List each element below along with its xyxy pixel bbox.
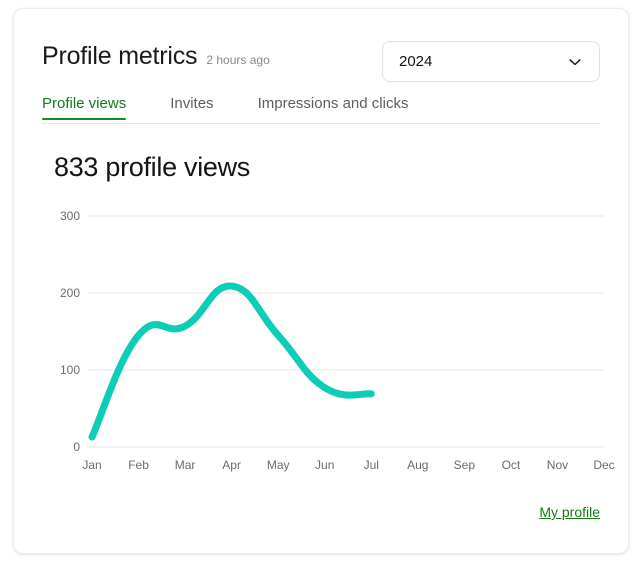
profile-metrics-card: Profile metrics 2 hours ago 2024 Profile… <box>13 8 629 554</box>
x-axis-tick-label: Mar <box>175 458 196 472</box>
x-axis-tick-label: Jan <box>82 458 101 472</box>
last-updated-timestamp: 2 hours ago <box>206 53 270 67</box>
metric-headline: 833 profile views <box>54 152 251 182</box>
chevron-down-icon <box>567 54 583 70</box>
x-axis-tick-label: Nov <box>547 458 568 472</box>
profile-metrics-screen: Profile metrics 2 hours ago 2024 Profile… <box>0 0 642 563</box>
x-axis-tick-label: Jun <box>315 458 334 472</box>
chart-line-profile-views <box>88 282 375 441</box>
y-axis-tick-label: 100 <box>60 363 80 377</box>
x-axis-tick-label: Apr <box>222 458 241 472</box>
x-axis-tick-label: Jul <box>364 458 379 472</box>
y-axis-tick-label: 200 <box>60 286 80 300</box>
tab-profile-views[interactable]: Profile views <box>42 95 127 120</box>
year-select-value: 2024 <box>399 53 433 70</box>
y-axis-tick-label: 0 <box>73 440 80 454</box>
tab-bar: Profile views Invites Impressions and cl… <box>42 95 600 125</box>
title-group: Profile metrics 2 hours ago <box>42 41 270 71</box>
x-axis-tick-label: Aug <box>407 458 428 472</box>
x-axis-tick-label: Dec <box>593 458 614 472</box>
tab-impressions-and-clicks[interactable]: Impressions and clicks <box>258 95 409 120</box>
x-axis-tick-label: Feb <box>128 458 149 472</box>
y-axis-tick-label: 300 <box>60 209 80 223</box>
tab-invites[interactable]: Invites <box>170 95 213 120</box>
page-title: Profile metrics <box>42 42 198 70</box>
x-axis-tick-label: Sep <box>454 458 476 472</box>
x-axis-tick-label: Oct <box>502 458 521 472</box>
card-footer: My profile <box>539 504 600 522</box>
card-header: Profile metrics 2 hours ago 2024 <box>42 41 600 85</box>
x-axis-tick-label: May <box>267 458 290 472</box>
my-profile-link[interactable]: My profile <box>539 504 600 520</box>
chart-canvas: 0 100 200 300 Jan Feb Mar Apr May Jun Jul Aug Sep Oct… <box>60 209 615 472</box>
year-select-dropdown[interactable]: 2024 <box>382 41 600 82</box>
profile-views-line-chart: 0 100 200 300 Jan Feb Mar Apr May Jun Jul Aug Sep Oct… <box>14 194 630 484</box>
